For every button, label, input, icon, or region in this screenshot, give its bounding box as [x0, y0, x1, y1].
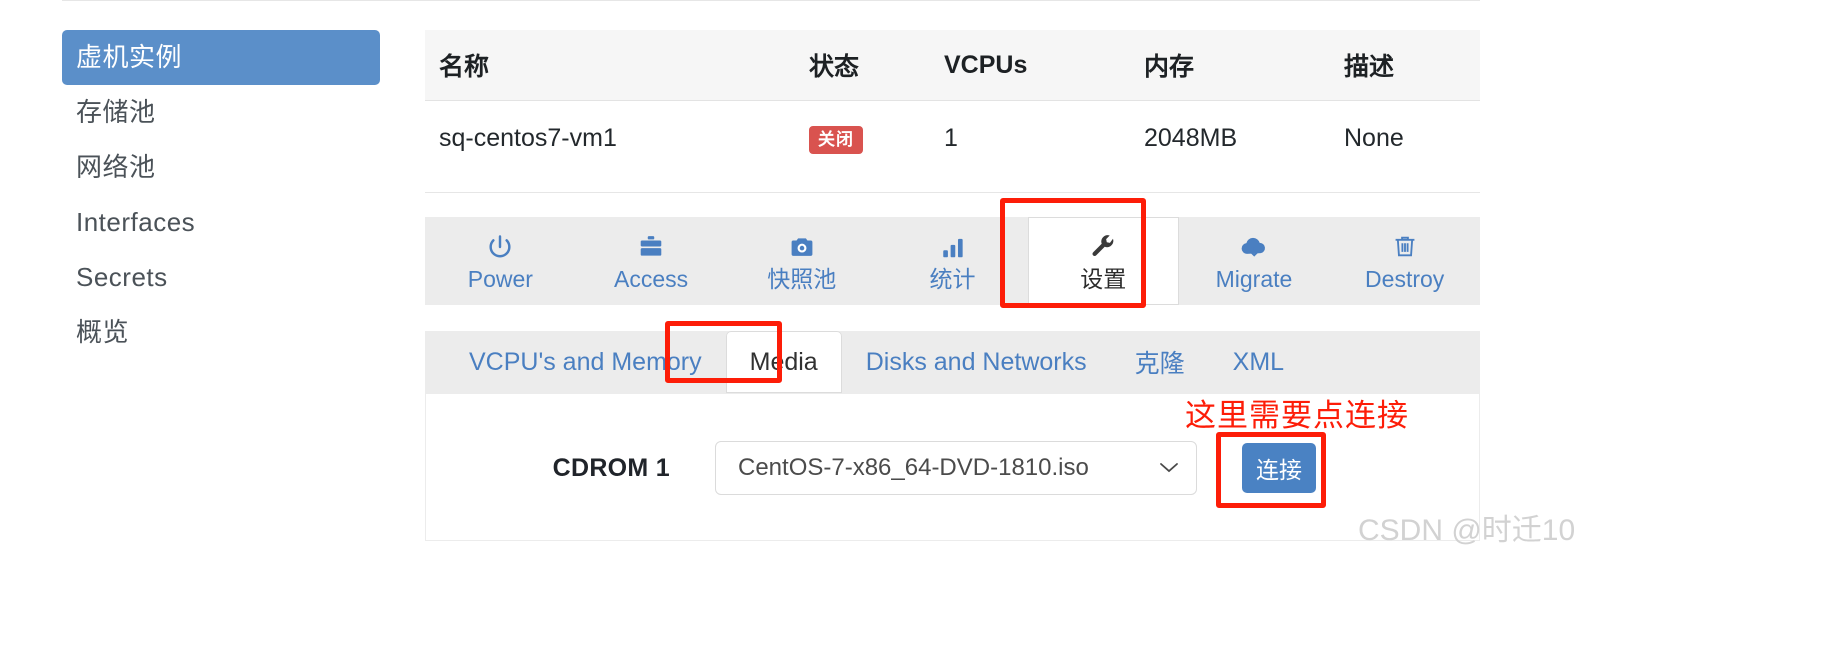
- toolbar-item-power[interactable]: Power: [425, 217, 576, 305]
- column-header-vcpus[interactable]: VCPUs: [944, 30, 1144, 101]
- annotation-note: 这里需要点连接: [1185, 398, 1409, 433]
- toolbar-label-migrate: Migrate: [1215, 265, 1293, 292]
- cell-vm-state: 关闭: [809, 101, 944, 179]
- sidebar-item-interfaces[interactable]: Interfaces: [62, 195, 380, 250]
- vm-table-head: 名称 状态 VCPUs 内存 描述: [425, 30, 1480, 101]
- camera-icon: [787, 232, 817, 262]
- toolbar-label-snapshots: 快照池: [767, 265, 837, 292]
- column-header-state[interactable]: 状态: [809, 30, 944, 101]
- sidebar: 虚机实例 存储池 网络池 Interfaces Secrets 概览: [62, 30, 380, 360]
- toolbar-item-access[interactable]: Access: [576, 217, 727, 305]
- toolbar-label-destroy: Destroy: [1365, 265, 1445, 292]
- cloud-download-icon: [1239, 232, 1269, 262]
- tab-vcpus-and-memory[interactable]: VCPU's and Memory: [445, 331, 726, 393]
- vm-table-header-row: 名称 状态 VCPUs 内存 描述: [425, 30, 1480, 101]
- sidebar-item-overview[interactable]: 概览: [62, 305, 380, 360]
- iso-select-value: CentOS-7-x86_64-DVD-1810.iso: [738, 454, 1089, 481]
- briefcase-icon: [636, 232, 666, 262]
- trash-icon: [1390, 232, 1420, 262]
- cell-vm-memory: 2048MB: [1144, 124, 1238, 152]
- tab-xml[interactable]: XML: [1209, 331, 1308, 393]
- sidebar-item-secrets[interactable]: Secrets: [62, 250, 380, 305]
- settings-tab-bar: VCPU's and Memory Media Disks and Networ…: [425, 331, 1480, 393]
- vm-table: 名称 状态 VCPUs 内存 描述 sq-centos7-vm1 关闭 1 20…: [425, 30, 1480, 178]
- iso-select[interactable]: CentOS-7-x86_64-DVD-1810.iso: [715, 441, 1197, 495]
- tab-clone[interactable]: 克隆: [1111, 331, 1209, 393]
- column-header-memory[interactable]: 内存: [1144, 30, 1344, 101]
- cell-vm-description: None: [1344, 124, 1404, 152]
- column-header-name[interactable]: 名称: [425, 30, 809, 101]
- toolbar-label-settings: 设置: [1080, 265, 1127, 292]
- cdrom-row: CDROM 1 CentOS-7-x86_64-DVD-1810.iso 连接: [425, 441, 1316, 495]
- cdrom-label: CDROM 1: [552, 453, 670, 482]
- wrench-icon: [1088, 232, 1118, 262]
- sidebar-item-instances[interactable]: 虚机实例: [62, 30, 380, 85]
- virt-manager-page: 虚机实例 存储池 网络池 Interfaces Secrets 概览 名称 状态…: [0, 0, 1835, 652]
- toolbar-label-stats: 统计: [929, 265, 976, 292]
- toolbar-item-stats[interactable]: 统计: [877, 217, 1028, 305]
- tab-disks-and-networks[interactable]: Disks and Networks: [842, 331, 1111, 393]
- sidebar-item-storage-pool[interactable]: 存储池: [62, 85, 380, 140]
- cell-vm-vcpus: 1: [944, 124, 958, 152]
- connect-button[interactable]: 连接: [1242, 443, 1316, 493]
- watermark: CSDN @时迁10: [1358, 514, 1576, 547]
- column-header-description[interactable]: 描述: [1344, 30, 1480, 101]
- toolbar-item-snapshots[interactable]: 快照池: [726, 217, 877, 305]
- vm-table-body: sq-centos7-vm1 关闭 1 2048MB None: [425, 101, 1480, 179]
- toolbar-label-power: Power: [467, 265, 533, 292]
- vm-action-toolbar: Power Access 快照池 统计 设置 Migrate Destroy: [425, 217, 1480, 305]
- cell-vm-name[interactable]: sq-centos7-vm1: [425, 101, 809, 179]
- bar-chart-icon: [938, 232, 968, 262]
- table-row[interactable]: sq-centos7-vm1 关闭 1 2048MB None: [425, 101, 1480, 179]
- power-icon: [485, 232, 515, 262]
- toolbar-item-migrate[interactable]: Migrate: [1179, 217, 1330, 305]
- toolbar-label-access: Access: [614, 265, 689, 292]
- tab-media[interactable]: Media: [725, 331, 842, 393]
- top-divider: [62, 0, 1480, 1]
- toolbar-item-destroy[interactable]: Destroy: [1329, 217, 1480, 305]
- main-content: 名称 状态 VCPUs 内存 描述 sq-centos7-vm1 关闭 1 20…: [425, 30, 1480, 541]
- section-divider: [425, 192, 1480, 193]
- status-badge: 关闭: [809, 126, 863, 154]
- toolbar-item-settings[interactable]: 设置: [1027, 217, 1179, 305]
- chevron-down-icon: [1158, 458, 1180, 478]
- sidebar-item-network-pool[interactable]: 网络池: [62, 140, 380, 195]
